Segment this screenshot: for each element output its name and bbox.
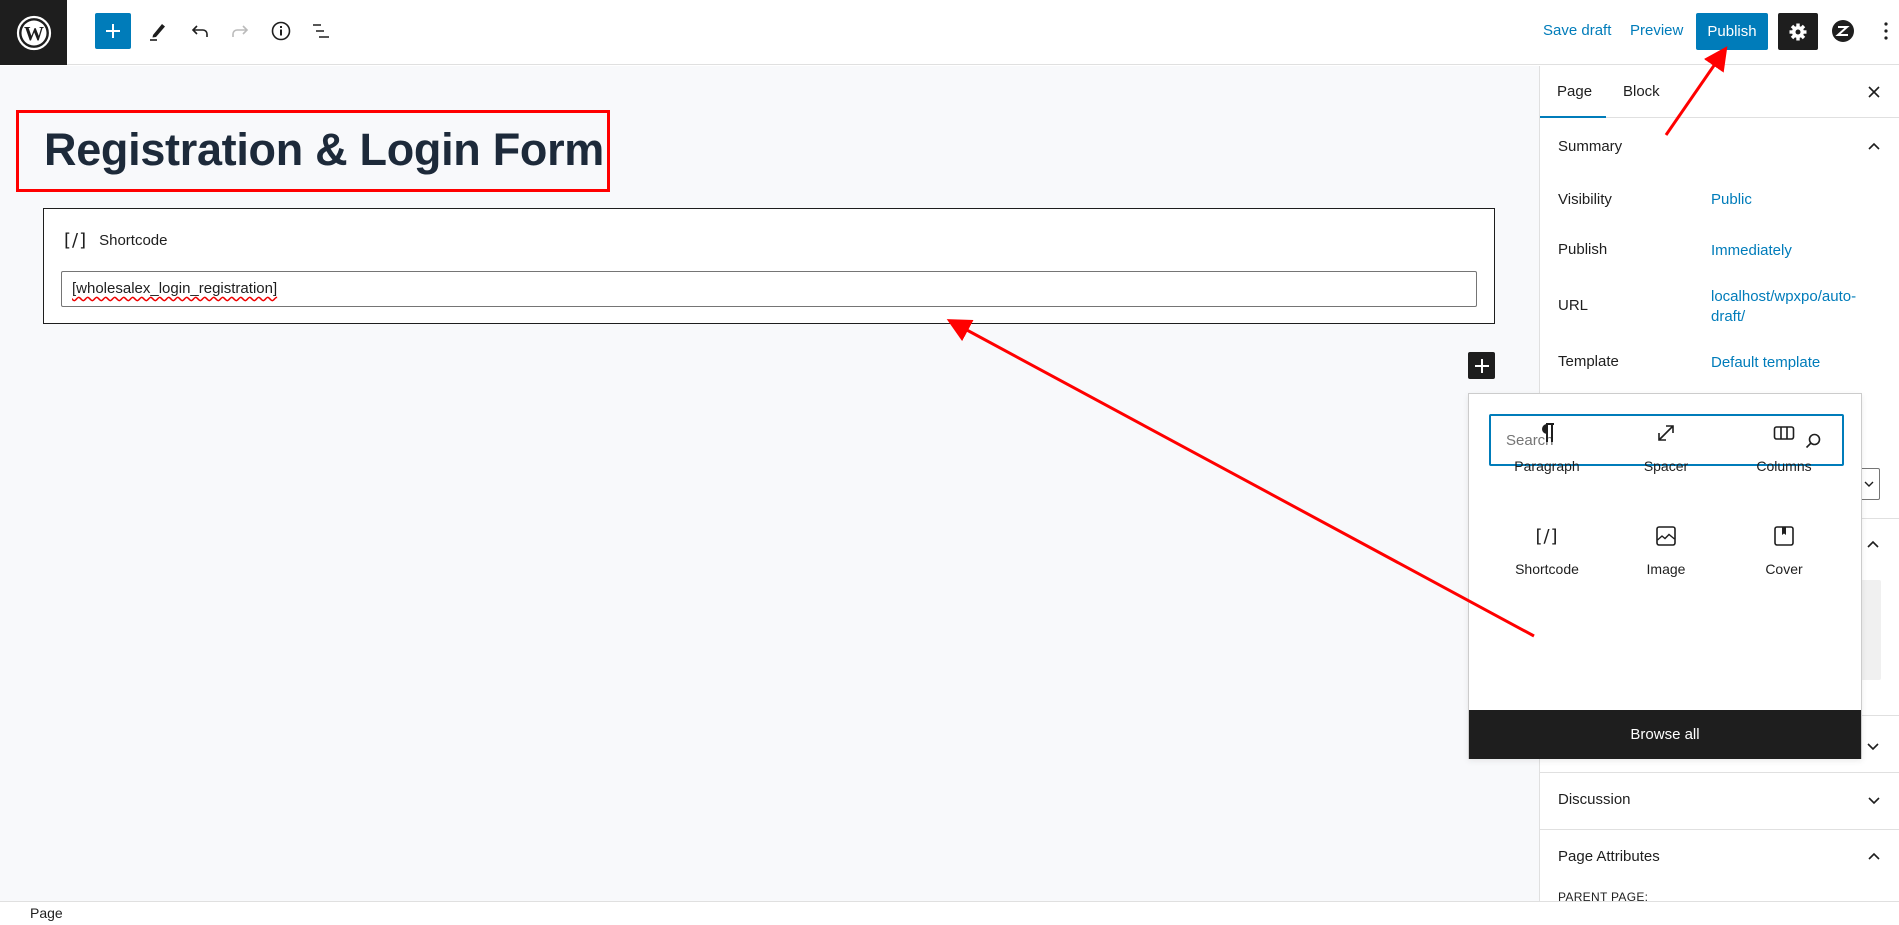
chevron-up-icon [1868, 852, 1880, 860]
summary-panel-toggle[interactable]: Summary [1540, 120, 1899, 174]
plus-icon [1474, 358, 1489, 373]
tools-button[interactable] [140, 13, 176, 49]
chevron-down-icon [1864, 481, 1874, 487]
block-item-label: Shortcode [1515, 561, 1579, 577]
paragraph-icon [1542, 423, 1554, 442]
more-vertical-icon [1884, 22, 1888, 40]
shortcode-input-value: [wholesalex_login_registration] [72, 280, 278, 297]
block-item-label: Spacer [1643, 458, 1689, 474]
block-item-label: Paragraph [1514, 458, 1580, 474]
list-view-icon [313, 24, 329, 38]
discussion-panel-toggle[interactable]: Discussion [1540, 773, 1899, 827]
plugin-button[interactable] [1829, 17, 1857, 45]
tab-block[interactable]: Block [1606, 66, 1677, 118]
publish-button[interactable]: Publish [1696, 13, 1768, 50]
plus-icon [106, 24, 120, 38]
url-value[interactable]: localhost/wpxpo/auto-draft/ [1711, 287, 1861, 327]
gear-icon [1789, 23, 1807, 40]
page-attributes-panel-toggle[interactable]: Page Attributes [1540, 830, 1899, 884]
parent-page-label: PARENT PAGE: [1558, 890, 1649, 901]
details-button[interactable] [263, 13, 299, 49]
undo-button[interactable] [182, 13, 218, 49]
chevron-down-icon [1868, 797, 1880, 805]
close-sidebar-button[interactable] [1862, 80, 1886, 104]
template-label: Template [1558, 353, 1619, 370]
close-icon [1868, 86, 1880, 98]
chevron-up-icon [1868, 142, 1880, 150]
visibility-value[interactable]: Public [1711, 190, 1871, 210]
publish-label: Publish [1558, 241, 1608, 258]
undo-icon [191, 25, 208, 37]
shortcode-input[interactable]: [wholesalex_login_registration] [61, 271, 1477, 307]
editor-header: W Save draft Preview Publish [0, 0, 1899, 65]
options-button[interactable] [1876, 13, 1896, 49]
block-item-spacer[interactable]: Spacer [1611, 412, 1721, 492]
publish-date-value[interactable]: Immediately [1711, 241, 1871, 261]
breadcrumb-page[interactable]: Page [30, 905, 63, 921]
svg-text:W: W [24, 23, 44, 45]
canvas-add-block-button[interactable] [1468, 352, 1495, 379]
page-attributes-panel-title: Page Attributes [1558, 848, 1660, 865]
browse-all-button[interactable]: Browse all [1469, 710, 1861, 759]
shortcode-icon: [/] [1535, 525, 1559, 547]
visibility-label: Visibility [1558, 191, 1612, 208]
pencil-icon [150, 24, 165, 41]
plugin-icon [1832, 20, 1854, 42]
columns-icon [1773, 426, 1795, 440]
wordpress-logo-button[interactable]: W [0, 0, 67, 65]
preview-button[interactable]: Preview [1630, 13, 1683, 49]
quick-inserter-popover: Paragraph Spacer Columns [/] Shortcode I… [1468, 393, 1862, 759]
chevron-up-icon[interactable] [1865, 537, 1881, 553]
shortcode-block[interactable]: [/] Shortcode [wholesalex_login_registra… [43, 208, 1495, 324]
list-view-button[interactable] [303, 13, 339, 49]
save-draft-button[interactable]: Save draft [1543, 13, 1611, 49]
wordpress-logo-icon: W [16, 15, 51, 50]
block-item-image[interactable]: Image [1611, 515, 1721, 595]
block-item-label: Columns [1756, 458, 1812, 474]
block-item-cover[interactable]: Cover [1729, 515, 1839, 595]
shortcode-icon: [/] [64, 230, 88, 251]
shortcode-block-header: [/] Shortcode [64, 230, 168, 251]
block-item-shortcode[interactable]: [/] Shortcode [1492, 515, 1602, 595]
tab-page[interactable]: Page [1540, 66, 1606, 118]
cover-icon [1774, 526, 1794, 546]
settings-button[interactable] [1778, 13, 1818, 50]
block-item-label: Cover [1765, 561, 1803, 577]
spacer-icon [1658, 425, 1674, 441]
discussion-panel-title: Discussion [1558, 791, 1631, 808]
block-item-paragraph[interactable]: Paragraph [1492, 412, 1602, 492]
chevron-down-icon[interactable] [1865, 738, 1881, 754]
post-title[interactable]: Registration & Login Form [44, 124, 604, 176]
sidebar-tabs: Page Block [1540, 66, 1899, 118]
shortcode-block-label: Shortcode [99, 232, 168, 249]
editor-footer: Page [0, 901, 1899, 925]
template-value[interactable]: Default template [1711, 353, 1871, 373]
redo-icon [232, 25, 249, 37]
summary-panel-title: Summary [1558, 138, 1623, 155]
redo-button[interactable] [222, 13, 258, 49]
url-label: URL [1558, 297, 1589, 314]
image-icon [1656, 526, 1676, 546]
block-item-columns[interactable]: Columns [1729, 412, 1839, 492]
add-block-button[interactable] [95, 13, 131, 49]
block-item-label: Image [1646, 561, 1686, 577]
info-icon [271, 21, 291, 41]
